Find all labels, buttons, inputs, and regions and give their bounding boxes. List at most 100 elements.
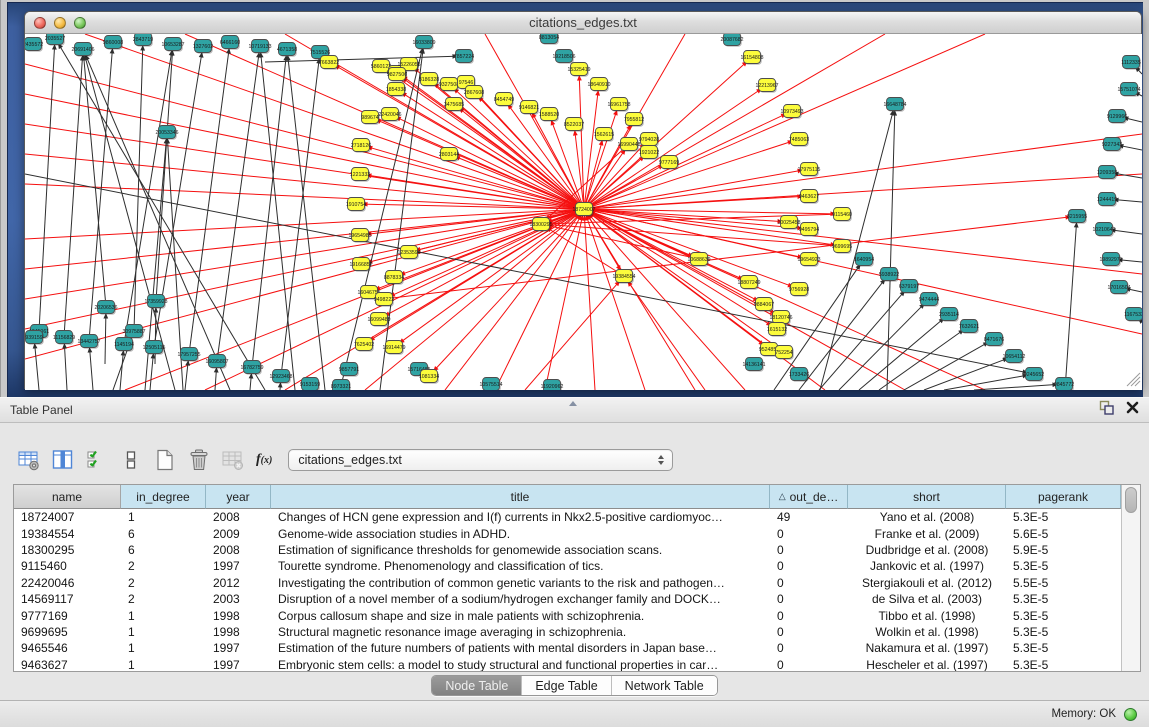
table-row[interactable]: 1872400712008Changes of HCN gene express… — [14, 509, 1121, 525]
graph-node-label: 2843719 — [133, 37, 153, 43]
table-cell: 22420046 — [14, 576, 121, 590]
graph-node-label: 1588520 — [539, 112, 559, 118]
graph-node-label: 1327602 — [193, 44, 213, 50]
graph-node-label: 17016504 — [1107, 285, 1130, 291]
graph-node-label: 10719133 — [248, 44, 271, 50]
tab-edge-table[interactable]: Edge Table — [522, 676, 611, 695]
table-cell: Nakamura et al. (1997) — [848, 641, 1006, 655]
graph-node-label: 8471676 — [984, 337, 1004, 343]
graph-node-label: 10654112 — [1003, 354, 1026, 360]
graph-node-label: 1640954 — [854, 257, 874, 263]
minimize-window-icon[interactable] — [54, 17, 66, 29]
new-column-icon[interactable] — [150, 447, 180, 473]
close-panel-icon[interactable] — [1126, 401, 1139, 419]
table-row[interactable]: 1830029562008Estimation of significance … — [14, 542, 1121, 558]
graph-node-label: 1081334 — [419, 374, 439, 380]
table-row[interactable]: 1456911722003Disruption of a novel membe… — [14, 591, 1121, 607]
table-mode-icon[interactable] — [14, 447, 44, 473]
graph-node-label: 9146821 — [519, 105, 539, 111]
column-header-out_de[interactable]: △out_de… — [770, 485, 848, 509]
table-cell: Yano et al. (2008) — [848, 510, 1006, 524]
show-columns-icon[interactable] — [48, 447, 78, 473]
network-table-select[interactable]: citations_edges.txt — [288, 449, 673, 471]
graph-node-label: 20691406 — [71, 47, 94, 53]
graph-node-label: 9884067 — [754, 302, 774, 308]
table-row[interactable]: 969969511998Structural magnetic resonanc… — [14, 624, 1121, 640]
graph-node-label: 8215955 — [1067, 214, 1087, 220]
select-columns-icon[interactable] — [82, 447, 112, 473]
table-cell: Dudbridge et al. (2008) — [848, 543, 1006, 557]
memory-ok-icon — [1124, 708, 1137, 721]
network-window-title: citations_edges.txt — [25, 15, 1141, 30]
table-type-tabs: Node TableEdge TableNetwork Table — [431, 675, 717, 696]
table-row[interactable]: 1938455462009Genome-wide association stu… — [14, 525, 1121, 541]
table-cell: 5.3E-5 — [1006, 658, 1121, 671]
network-window-titlebar[interactable]: citations_edges.txt — [25, 12, 1141, 34]
graph-node-label: 7857224 — [454, 54, 474, 60]
graph-node-label: 19892971 — [1099, 257, 1122, 263]
table-panel-header: Table Panel — [0, 397, 1149, 423]
graph-node-label: 2718126 — [351, 143, 371, 149]
delete-column-icon[interactable] — [184, 447, 214, 473]
graph-node-label: 19384554 — [612, 274, 635, 280]
table-cell: 0 — [770, 592, 848, 606]
table-row[interactable]: 977716911998Corpus callosum shape and si… — [14, 607, 1121, 623]
graph-node-label: 2435572 — [25, 42, 43, 48]
network-table-select-value: citations_edges.txt — [298, 453, 402, 467]
table-cell: 1997 — [206, 559, 271, 573]
float-panel-icon[interactable] — [1099, 400, 1114, 420]
table-row[interactable]: 946554611997Estimation of the future num… — [14, 640, 1121, 656]
graph-node-label: 18724007 — [572, 207, 595, 213]
table-cell: 5.5E-5 — [1006, 576, 1121, 590]
graph-node-label: 18807249 — [737, 280, 760, 286]
graph-node-label: 20206536 — [94, 305, 117, 311]
graph-node-label: 9699695 — [832, 244, 852, 250]
graph-node-label: 14136141 — [742, 362, 765, 368]
table-cell: 2012 — [206, 576, 271, 590]
table-cell: 0 — [770, 559, 848, 573]
column-header-year[interactable]: year — [206, 485, 271, 509]
column-header-title[interactable]: title — [271, 485, 770, 509]
zoom-window-icon[interactable] — [74, 17, 86, 29]
close-window-icon[interactable] — [34, 17, 46, 29]
network-window[interactable]: citations_edges.txt 24355722035527206914… — [24, 11, 1142, 389]
scrollbar-thumb[interactable] — [1125, 487, 1137, 513]
graph-node-label: 7955812 — [624, 117, 644, 123]
vertical-scrollbar[interactable] — [1121, 485, 1140, 671]
row-height-icon[interactable] — [116, 447, 146, 473]
graph-node-label: 9153159 — [300, 382, 320, 388]
table-cell: Stergiakouli et al. (2012) — [848, 576, 1006, 590]
tab-node-table[interactable]: Node Table — [432, 676, 522, 695]
column-header-pagerank[interactable]: pagerank — [1006, 485, 1121, 509]
table-cell: 2 — [121, 592, 206, 606]
graph-node-label: 10025458 — [777, 220, 800, 226]
split-divider-handle[interactable] — [567, 400, 579, 407]
tab-network-table[interactable]: Network Table — [612, 676, 717, 695]
graph-node-label: 11156829 — [53, 335, 75, 341]
graph-node-label: 1244419 — [1097, 197, 1117, 203]
table-cell: 1998 — [206, 609, 271, 623]
graph-node-label: 9245652 — [1024, 372, 1044, 378]
table-cell: 5.3E-5 — [1006, 510, 1121, 524]
table-row[interactable]: 946362711997Embryonic stem cells: a mode… — [14, 657, 1121, 671]
status-bar: Memory: OK — [0, 700, 1149, 727]
column-header-in_degree[interactable]: in_degree — [121, 485, 206, 509]
network-canvas[interactable]: 2435572203552720691406986000828437191065… — [25, 34, 1142, 390]
table-body: 1872400712008Changes of HCN gene express… — [14, 509, 1121, 671]
table-row[interactable]: 911546021997Tourette syndrome. Phenomeno… — [14, 558, 1121, 574]
table-cell: 1997 — [206, 641, 271, 655]
delete-table-icon[interactable] — [218, 447, 248, 473]
table-cell: 2008 — [206, 543, 271, 557]
column-header-short[interactable]: short — [848, 485, 1006, 509]
function-builder-icon[interactable]: f(x) — [256, 452, 272, 468]
graph-node-label: 16961758 — [607, 102, 630, 108]
graph-node-label: 9756928 — [789, 287, 809, 293]
graph-node-label: 13442757 — [77, 339, 100, 345]
graph-node-label: 18120746 — [769, 315, 792, 321]
table-cell: 19384554 — [14, 527, 121, 541]
table-cell: 2003 — [206, 592, 271, 606]
graph-node-label: 9115460 — [832, 212, 852, 218]
column-header-name[interactable]: name — [14, 485, 121, 509]
graph-node-label: 7625402 — [354, 342, 374, 348]
table-row[interactable]: 2242004622012Investigating the contribut… — [14, 575, 1121, 591]
